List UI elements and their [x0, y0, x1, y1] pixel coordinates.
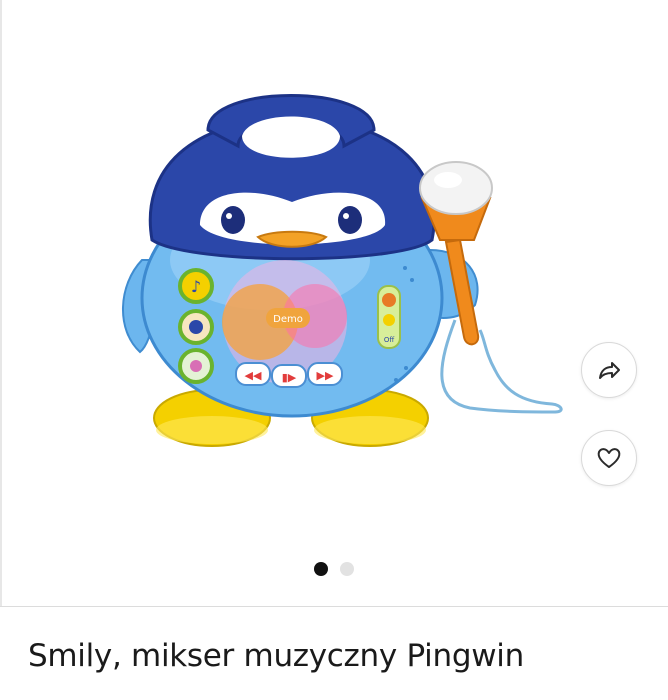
speaker-dot: [410, 278, 414, 282]
volume-knob[interactable]: [382, 293, 396, 307]
speaker-dot: [394, 378, 398, 382]
next-icon: ▶▶: [317, 369, 334, 382]
right-eye-glint: [343, 213, 349, 219]
flower-icon: [190, 360, 202, 372]
divider: [0, 606, 668, 607]
heart-icon: [597, 448, 621, 468]
right-eye: [338, 206, 362, 234]
right-foot-shine: [314, 416, 426, 444]
prev-icon: ◀◀: [245, 369, 262, 382]
speaker-dot: [403, 266, 407, 270]
off-label: Off: [384, 336, 395, 344]
left-foot-shine: [156, 416, 268, 444]
carousel-dot-1[interactable]: [314, 562, 328, 576]
carousel-dots: [0, 562, 668, 576]
switch-toggle: [383, 314, 395, 326]
carousel-dot-2[interactable]: [340, 562, 354, 576]
product-gallery[interactable]: Demo ♪ ◀◀ ▮▶ ▶▶ Off: [0, 0, 668, 606]
product-image[interactable]: Demo ♪ ◀◀ ▮▶ ▶▶ Off: [100, 90, 570, 470]
share-icon: [599, 362, 620, 379]
speaker-dot: [404, 366, 408, 370]
favorite-button[interactable]: [581, 430, 637, 486]
penguin-icon: [189, 320, 203, 334]
share-button[interactable]: [581, 342, 637, 398]
product-title: Smily, mikser muzyczny Pingwin: [28, 638, 524, 674]
mic-cable: [440, 319, 563, 414]
music-note-icon: ♪: [191, 277, 201, 296]
left-eye: [221, 206, 245, 234]
demo-label: Demo: [273, 314, 303, 325]
play-pause-icon: ▮▶: [282, 371, 297, 384]
handle-hole: [242, 116, 340, 158]
left-eye-glint: [226, 213, 232, 219]
gallery-edge: [0, 0, 2, 606]
